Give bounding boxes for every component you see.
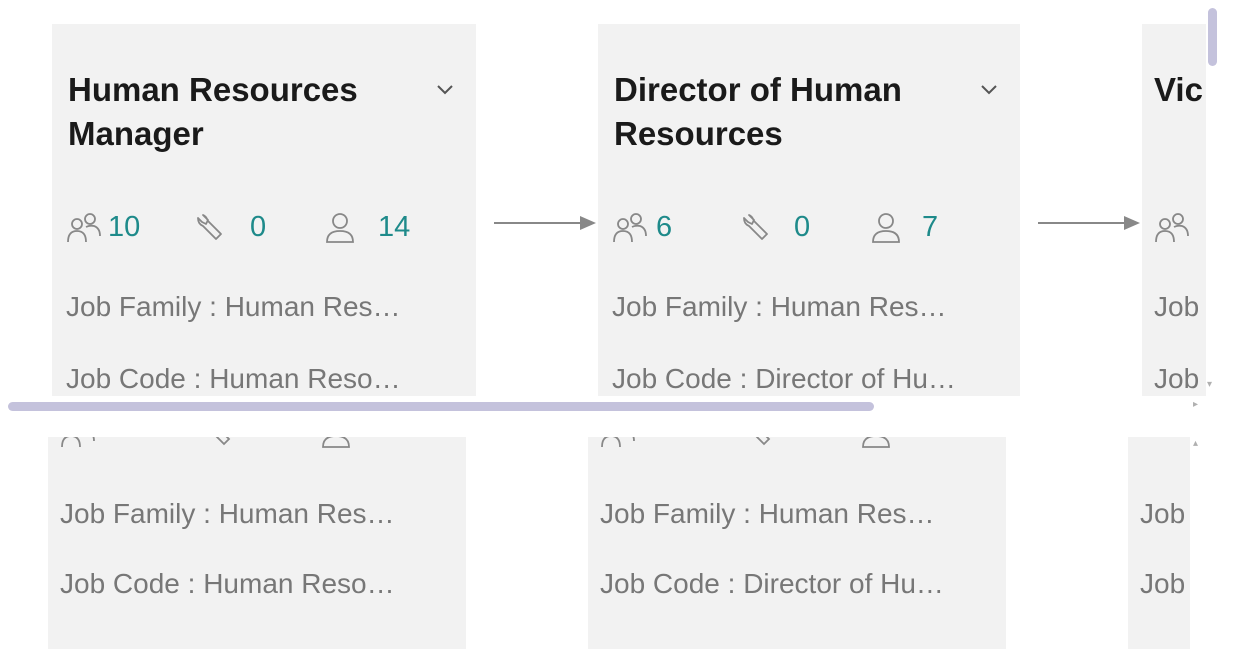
org-chart-viewport-scrolled: Job Family : Human Res… Job Code : Human… bbox=[0, 437, 1250, 649]
card-title: Human Resources Manager bbox=[68, 71, 358, 152]
job-code: Job Code : Human Reso… bbox=[66, 363, 401, 394]
user-icon bbox=[872, 213, 900, 243]
tools-count: 0 bbox=[794, 211, 811, 243]
org-chart-viewport: Human Resources Manager 10 0 14 Job Fami… bbox=[0, 0, 1250, 412]
job-family: Job Family : Human Res… bbox=[60, 498, 395, 529]
job-family: Job Family : Human Res… bbox=[66, 291, 401, 322]
user-icon bbox=[326, 213, 354, 243]
job-card-hr-manager[interactable]: Human Resources Manager 10 0 14 Job Fami… bbox=[52, 24, 476, 396]
people-count: 7 bbox=[922, 211, 939, 243]
job-card-director-hr[interactable]: Job Family : Human Res… Job Code : Direc… bbox=[588, 437, 1006, 649]
job-card-vice-president[interactable]: Job Job bbox=[1128, 437, 1190, 649]
job-code: Job Code : Human Reso… bbox=[60, 568, 395, 599]
wrench-icon bbox=[755, 437, 771, 446]
wrench-icon bbox=[743, 214, 768, 240]
card-stats-clipped bbox=[60, 437, 460, 453]
vertical-scrollbar-thumb[interactable] bbox=[1208, 8, 1217, 66]
users-group-icon bbox=[613, 213, 647, 243]
users-group-icon bbox=[61, 437, 95, 448]
job-card-hr-manager[interactable]: Job Family : Human Res… Job Code : Human… bbox=[48, 437, 466, 649]
job-code: Job Code : Director of Hu… bbox=[600, 568, 944, 599]
card-title: Director of Human Resources bbox=[614, 71, 902, 152]
job-card-vice-president[interactable]: Vic Job Job bbox=[1142, 24, 1206, 396]
positions-count: 10 bbox=[108, 211, 141, 243]
user-icon bbox=[862, 437, 890, 448]
job-family: Job bbox=[1140, 498, 1186, 529]
people-count: 14 bbox=[378, 211, 411, 243]
card-stats: 10 0 14 bbox=[66, 202, 466, 252]
job-family: Job Family : Human Res… bbox=[600, 498, 935, 529]
job-family: Job Family : Human Res… bbox=[612, 291, 947, 322]
wrench-icon bbox=[197, 214, 222, 240]
job-code: Job bbox=[1140, 568, 1186, 599]
chevron-down-icon[interactable] bbox=[434, 78, 456, 100]
chevron-down-icon[interactable] bbox=[978, 78, 1000, 100]
users-group-icon bbox=[601, 437, 635, 448]
card-stats: 6 0 7 bbox=[612, 202, 1012, 252]
arrow-right-icon bbox=[1038, 216, 1140, 230]
user-icon bbox=[322, 437, 350, 448]
horizontal-scrollbar-thumb[interactable] bbox=[8, 402, 874, 411]
scroll-right-arrow-icon[interactable]: ▸ bbox=[1193, 400, 1198, 410]
users-group-icon bbox=[1155, 213, 1189, 243]
card-title: Vic bbox=[1154, 71, 1203, 108]
job-card-director-hr[interactable]: Director of Human Resources 6 0 7 Job Fa… bbox=[598, 24, 1020, 396]
job-family: Job bbox=[1154, 291, 1200, 322]
positions-count: 6 bbox=[656, 211, 673, 243]
scroll-down-arrow-icon[interactable]: ▾ bbox=[1207, 380, 1212, 390]
scroll-up-arrow-icon[interactable]: ▴ bbox=[1193, 439, 1198, 449]
wrench-icon bbox=[215, 437, 231, 446]
job-code: Job bbox=[1154, 363, 1200, 394]
tools-count: 0 bbox=[250, 211, 267, 243]
users-group-icon bbox=[67, 213, 101, 243]
card-stats-clipped bbox=[600, 437, 1000, 453]
arrow-right-icon bbox=[494, 216, 596, 230]
job-code: Job Code : Director of Hu… bbox=[612, 363, 956, 394]
panel-divider bbox=[0, 412, 1250, 437]
